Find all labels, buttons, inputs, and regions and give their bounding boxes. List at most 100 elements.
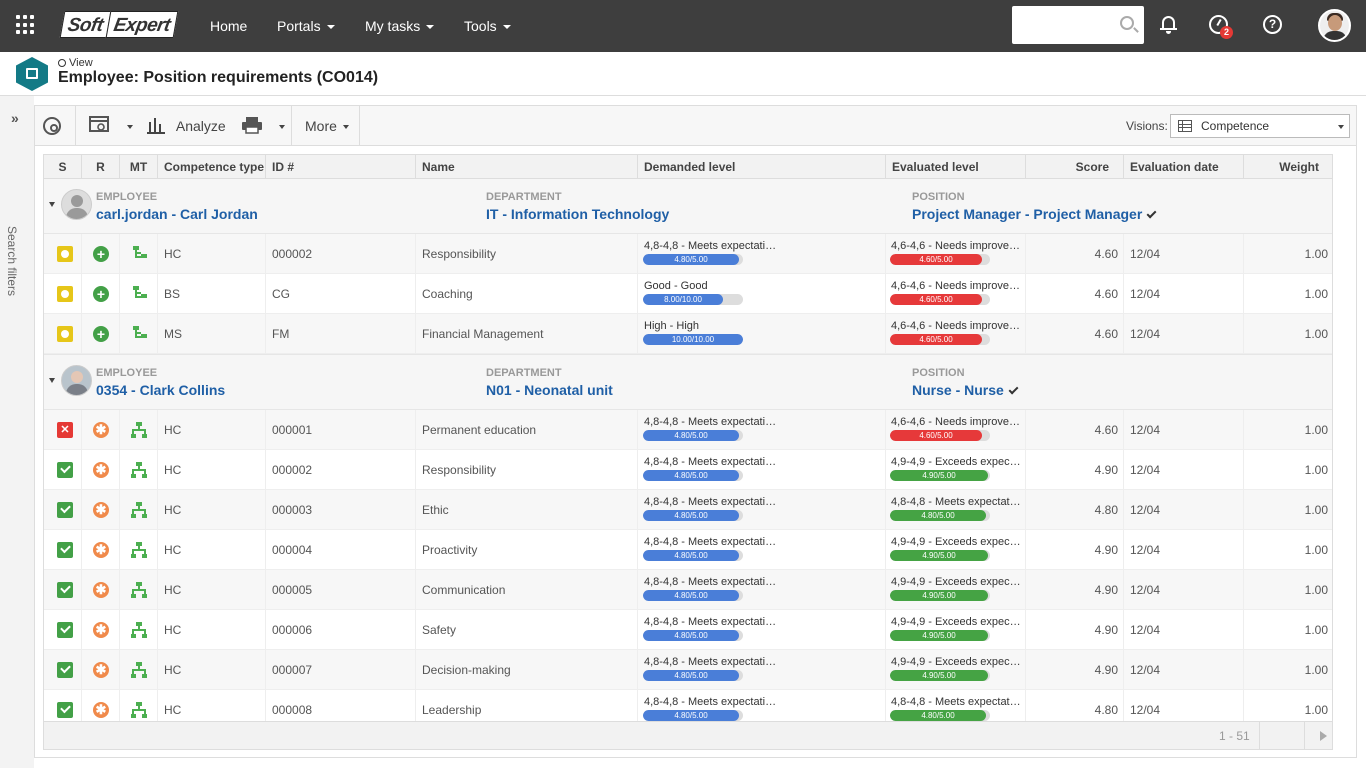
employee-label: EMPLOYEE (96, 367, 158, 379)
column-header-demanded-level[interactable]: Demanded level (638, 155, 886, 179)
id-cell: 000003 (272, 503, 313, 517)
table-row[interactable]: ✱ HC 000004 Proactivity 4,8-4,8 - Meets expe… (44, 530, 1332, 570)
weight-cell: 1.00 (1304, 703, 1328, 717)
nav-portals[interactable]: Portals (277, 0, 335, 52)
search-icon[interactable] (1120, 16, 1134, 30)
name-cell: Coaching (422, 287, 473, 301)
position-value[interactable]: Nurse - Nurse (912, 382, 1019, 398)
softexpert-logo[interactable]: Soft Expert (59, 11, 179, 38)
required-asterisk-icon: ✱ (93, 622, 109, 638)
visions-select[interactable]: Competence (1170, 114, 1350, 138)
weight-cell: 1.00 (1304, 503, 1328, 517)
magnifier-icon (58, 59, 66, 67)
grid-footer: 1 - 51 (43, 722, 1333, 750)
demanded-level-bar: 4.80/5.00 (643, 550, 743, 561)
department-label: DEPARTMENT (486, 367, 562, 379)
table-row[interactable]: ✕ ✱ HC 000001 Permanent education 4,8-4,8 - M… (44, 410, 1332, 450)
score-cell: 4.90 (1094, 663, 1118, 677)
column-header-competence-type[interactable]: Competence type (158, 155, 266, 179)
employee-group-header[interactable]: EMPLOYEE carl.jordan - Carl Jordan DEPARTM… (44, 179, 1332, 234)
collapse-triangle-icon[interactable] (49, 202, 55, 207)
column-header-mt[interactable]: MT (120, 155, 158, 179)
evaluated-level-bar: 4.80/5.00 (890, 510, 990, 521)
score-cell: 4.90 (1094, 543, 1118, 557)
table-row[interactable]: ✱ HC 000002 Responsibility 4,8-4,8 - Meets e… (44, 450, 1332, 490)
name-cell: Decision-making (422, 663, 511, 677)
employee-value[interactable]: carl.jordan - Carl Jordan (96, 206, 258, 222)
demanded-level-fill: 4.80/5.00 (643, 630, 739, 641)
hierarchy-tree-icon (131, 622, 147, 638)
score-cell: 4.90 (1094, 583, 1118, 597)
next-page-icon[interactable] (1320, 731, 1327, 741)
table-row[interactable]: ✱ HC 000006 Safety 4,8-4,8 - Meets expectati… (44, 610, 1332, 650)
demanded-level-text: 4,8-4,8 - Meets expectations (644, 576, 778, 588)
column-header-score[interactable]: Score (1026, 155, 1124, 179)
department-value[interactable]: N01 - Neonatal unit (486, 382, 613, 398)
search-filters-sidebar[interactable]: » Search filters (0, 96, 34, 768)
evaluated-level-fill: 4.90/5.00 (890, 630, 988, 641)
table-row[interactable]: + BS CG Coaching Good - Good 8.00/10.00 4,6-4,… (44, 274, 1332, 314)
add-requirement-icon: + (93, 326, 109, 342)
evaluated-level-text: 4,8-4,8 - Meets expectations (891, 496, 1021, 508)
search-filters-label[interactable]: Search filters (5, 226, 19, 296)
name-cell: Financial Management (422, 327, 544, 341)
evaluated-level-fill: 4.90/5.00 (890, 670, 988, 681)
status-pending-icon (57, 286, 73, 302)
view-mode-button[interactable] (89, 106, 139, 146)
help-icon[interactable]: ? (1262, 14, 1284, 36)
employee-value[interactable]: 0354 - Clark Collins (96, 382, 225, 398)
department-value[interactable]: IT - Information Technology (486, 206, 669, 222)
check-icon (1008, 384, 1019, 395)
nav-my-tasks[interactable]: My tasks (365, 0, 435, 52)
table-row[interactable]: + HC 000002 Responsibility 4,8-4,8 - Meets e… (44, 234, 1332, 274)
apps-grid-icon[interactable] (16, 15, 36, 35)
id-cell: FM (272, 327, 290, 341)
evaluated-level-bar: 4.60/5.00 (890, 430, 990, 441)
evaluated-level-text: 4,9-4,9 - Exceeds expectations (891, 656, 1021, 668)
table-row[interactable]: + MS FM Financial Management High - High 10.0… (44, 314, 1332, 354)
analyze-button[interactable]: Analyze (146, 106, 226, 146)
column-header-id[interactable]: ID # (266, 155, 416, 179)
table-row[interactable]: ✱ HC 000003 Ethic 4,8-4,8 - Meets expectatio… (44, 490, 1332, 530)
page-title: Employee: Position requirements (CO014) (58, 69, 379, 86)
table-row[interactable]: ✱ HC 000008 Leadership 4,8-4,8 - Meets expec… (44, 690, 1332, 721)
demanded-level-fill: 4.80/5.00 (643, 510, 739, 521)
name-cell: Responsibility (422, 247, 497, 261)
evaluation-date-cell: 12/04 (1130, 423, 1161, 437)
chevron-down-icon (502, 25, 511, 29)
column-header-name[interactable]: Name (416, 155, 638, 179)
table-row[interactable]: ✱ HC 000007 Decision-making 4,8-4,8 - Meets … (44, 650, 1332, 690)
demanded-level-bar: 4.80/5.00 (643, 470, 743, 481)
table-row[interactable]: ✱ HC 000005 Communication 4,8-4,8 - Meets ex… (44, 570, 1332, 610)
nav-tools[interactable]: Tools (464, 0, 511, 52)
nav-home[interactable]: Home (210, 0, 247, 52)
position-value[interactable]: Project Manager - Project Manager (912, 206, 1157, 222)
performance-gauge-icon[interactable]: 2 (1208, 14, 1233, 39)
column-header-s[interactable]: S (44, 155, 82, 179)
required-asterisk-icon: ✱ (93, 662, 109, 678)
user-avatar[interactable] (1318, 9, 1351, 42)
hierarchy-tree-icon (131, 502, 147, 518)
employee-group-header[interactable]: EMPLOYEE 0354 - Clark Collins DEPARTMENT N0… (44, 355, 1332, 410)
bell-icon[interactable] (1158, 14, 1180, 36)
collapse-triangle-icon[interactable] (49, 378, 55, 383)
check-icon (1146, 208, 1157, 219)
locate-button[interactable] (35, 106, 69, 146)
hierarchy-tree-icon (131, 462, 147, 478)
demanded-level-fill: 8.00/10.00 (643, 294, 723, 305)
demanded-level-fill: 4.80/5.00 (643, 670, 739, 681)
evaluated-level-bar: 4.60/5.00 (890, 294, 990, 305)
column-header-weight[interactable]: Weight (1244, 155, 1332, 179)
print-button[interactable] (241, 106, 291, 146)
weight-cell: 1.00 (1304, 423, 1328, 437)
hierarchy-tree-icon (131, 326, 147, 342)
column-header-evaluation-date[interactable]: Evaluation date (1124, 155, 1244, 179)
demanded-level-bar: 4.80/5.00 (643, 254, 743, 265)
column-header-r[interactable]: R (82, 155, 120, 179)
evaluated-level-text: 4,9-4,9 - Exceeds expectations (891, 576, 1021, 588)
demanded-level-text: 4,8-4,8 - Meets expectations (644, 616, 778, 628)
column-header-evaluated-level[interactable]: Evaluated level (886, 155, 1026, 179)
more-button[interactable]: More (305, 106, 349, 146)
expand-sidebar-icon[interactable]: » (11, 110, 19, 126)
search-input[interactable] (1012, 6, 1144, 44)
